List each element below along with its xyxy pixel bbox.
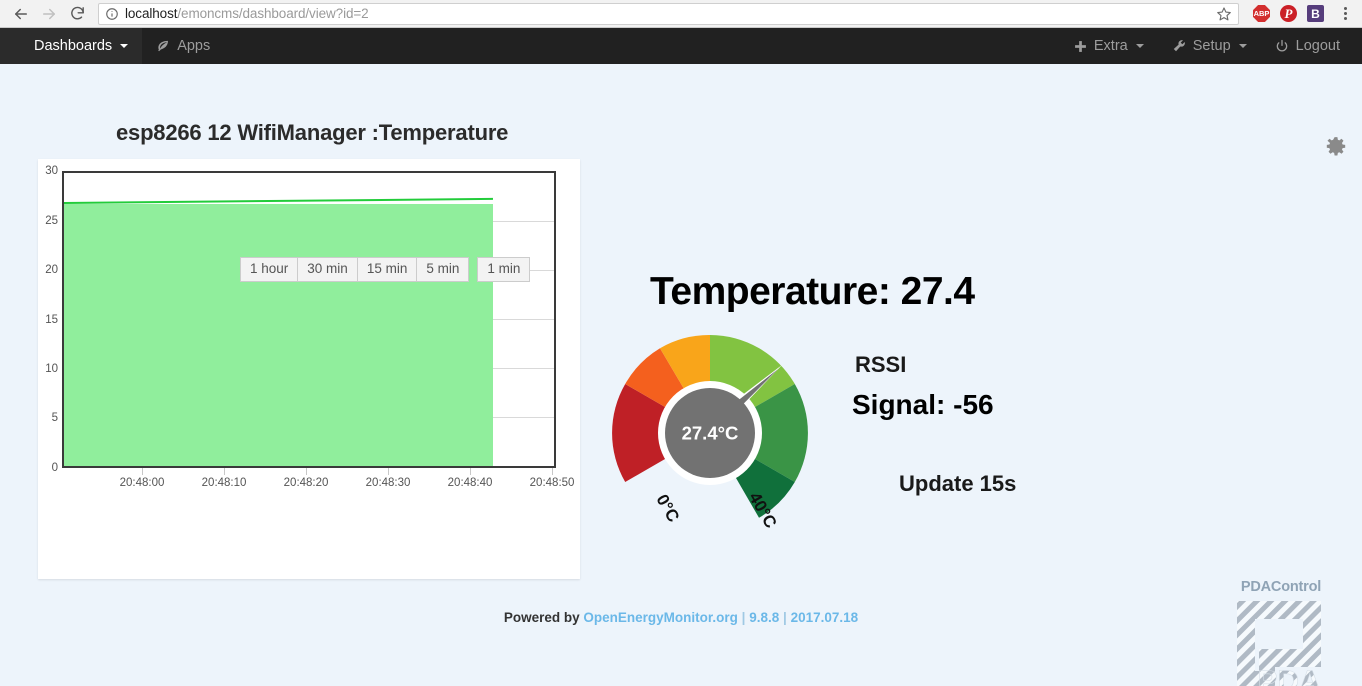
extension-icons: ABP P B <box>1241 4 1354 24</box>
nav-item-dashboards[interactable]: Dashboards <box>0 28 142 64</box>
range-button-1-hour[interactable]: 1 hour <box>240 257 298 282</box>
y-tick-label: 20 <box>45 264 58 276</box>
reload-icon[interactable] <box>64 2 90 26</box>
pdacontrol-logo: PDA CONTROL <box>1229 597 1333 686</box>
app-navbar: Dashboards Apps Extra Setup <box>0 28 1362 64</box>
power-icon <box>1275 39 1289 53</box>
update-readout: Update 15s <box>899 471 1016 497</box>
footer-separator: | <box>783 610 787 625</box>
adblock-plus-icon[interactable]: ABP <box>1253 5 1270 22</box>
pdacontrol-logo-top: PDA <box>1257 665 1320 686</box>
pinterest-icon[interactable]: P <box>1280 5 1297 22</box>
grid-icon <box>14 40 27 53</box>
footer-date[interactable]: 2017.07.18 <box>791 610 859 625</box>
temperature-readout: Temperature: 27.4 <box>650 270 975 314</box>
star-icon[interactable] <box>1216 6 1232 22</box>
chart-x-ticks <box>62 468 556 476</box>
gauge-min-label: 0°C <box>652 491 683 525</box>
chart-range-buttons: 1 hour 30 min 15 min 5 min 1 min <box>240 257 530 282</box>
x-tick-label: 20:48:10 <box>202 477 247 489</box>
footer-link-openenergymonitor[interactable]: OpenEnergyMonitor.org <box>583 610 738 625</box>
dashboard-page: esp8266 12 WifiManager :Temperature 30 2… <box>0 64 1362 686</box>
x-tick-label: 20:48:00 <box>120 477 165 489</box>
y-tick-label: 0 <box>52 462 58 474</box>
nav-item-setup-label: Setup <box>1193 38 1231 54</box>
range-button-30-min[interactable]: 30 min <box>297 257 358 282</box>
temperature-gauge: 27.4°C 0°C 40°C <box>612 335 808 531</box>
nav-item-extra[interactable]: Extra <box>1060 28 1158 64</box>
nav-item-logout[interactable]: Logout <box>1261 28 1354 64</box>
range-button-5-min[interactable]: 5 min <box>416 257 469 282</box>
nav-item-extra-label: Extra <box>1094 38 1128 54</box>
x-tick-label: 20:48:40 <box>448 477 493 489</box>
chevron-down-icon <box>1239 44 1247 48</box>
back-arrow-icon[interactable] <box>8 2 34 26</box>
x-tick-label: 20:48:30 <box>366 477 411 489</box>
navbar-right-group: Extra Setup Logout <box>1060 28 1362 64</box>
nav-item-logout-label: Logout <box>1296 38 1340 54</box>
leaf-icon <box>156 39 170 53</box>
gauge-svg: 27.4°C 0°C 40°C <box>612 335 808 531</box>
x-tick-label: 20:48:20 <box>284 477 329 489</box>
page-title: esp8266 12 WifiManager :Temperature <box>116 120 508 146</box>
chart-card: 30 25 20 15 10 5 0 <box>38 159 580 579</box>
rssi-label: RSSI <box>855 352 906 378</box>
footer: Powered by OpenEnergyMonitor.org | 9.8.8… <box>0 610 1362 625</box>
range-button-15-min[interactable]: 15 min <box>357 257 418 282</box>
url-host: localhost <box>125 6 177 21</box>
address-bar[interactable]: localhost/emoncms/dashboard/view?id=2 <box>98 3 1239 25</box>
footer-powered-by: Powered by <box>504 610 580 625</box>
chevron-down-icon <box>120 44 128 48</box>
x-tick-label: 20:48:50 <box>530 477 575 489</box>
chart-y-axis: 30 25 20 15 10 5 0 <box>38 171 60 468</box>
y-tick-label: 15 <box>45 314 58 326</box>
y-tick-label: 5 <box>52 412 58 424</box>
kebab-menu-icon[interactable] <box>1336 4 1354 24</box>
bootstrap-icon[interactable]: B <box>1307 5 1324 22</box>
chart-inner: 30 25 20 15 10 5 0 <box>38 159 580 579</box>
nav-item-setup[interactable]: Setup <box>1158 28 1261 64</box>
chevron-down-icon <box>1136 44 1144 48</box>
forward-arrow-icon <box>36 2 62 26</box>
gauge-value-label: 27.4°C <box>682 423 739 444</box>
chart-x-axis: 20:48:00 20:48:10 20:48:20 20:48:30 20:4… <box>62 477 556 493</box>
nav-item-dashboards-label: Dashboards <box>34 38 112 54</box>
footer-version[interactable]: 9.8.8 <box>749 610 779 625</box>
site-info-icon[interactable] <box>105 7 119 21</box>
plus-icon <box>1074 40 1087 53</box>
url-text: localhost/emoncms/dashboard/view?id=2 <box>125 6 369 21</box>
nav-item-apps-label: Apps <box>177 38 210 54</box>
y-tick-label: 25 <box>45 215 58 227</box>
pdacontrol-watermark: PDAControl PDA CONTROL <box>1216 579 1346 686</box>
range-button-group: 1 hour 30 min 15 min 5 min <box>240 257 469 282</box>
gear-icon[interactable] <box>1324 136 1348 165</box>
pdacontrol-brand: PDAControl <box>1216 579 1346 595</box>
nav-item-apps[interactable]: Apps <box>142 28 224 64</box>
browser-toolbar: localhost/emoncms/dashboard/view?id=2 AB… <box>0 0 1362 28</box>
wrench-icon <box>1172 39 1186 53</box>
y-tick-label: 10 <box>45 363 58 375</box>
chart-plot-area[interactable] <box>62 171 556 468</box>
chart-series-temperature <box>64 173 493 466</box>
navbar-left-group: Dashboards Apps <box>0 28 224 64</box>
y-tick-label: 30 <box>45 165 58 177</box>
url-path: /emoncms/dashboard/view?id=2 <box>177 6 368 21</box>
footer-separator: | <box>742 610 746 625</box>
chart-area-fill <box>64 204 493 466</box>
signal-readout: Signal: -56 <box>852 389 994 421</box>
range-button-1-min[interactable]: 1 min <box>477 257 530 282</box>
